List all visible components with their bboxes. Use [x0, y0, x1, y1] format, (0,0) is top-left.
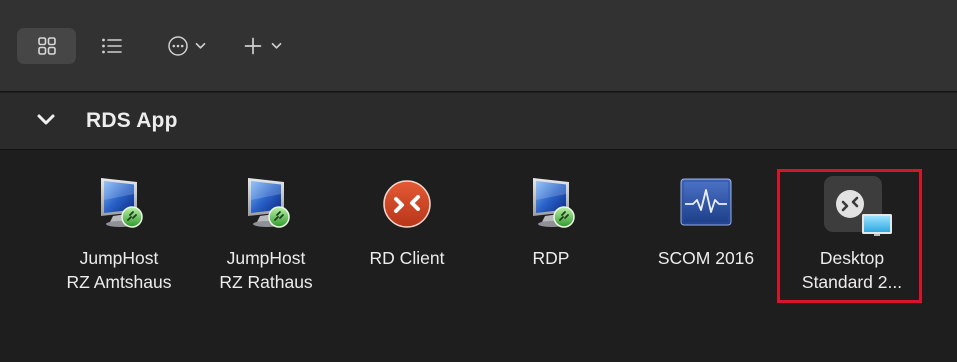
scom-icon — [674, 172, 738, 232]
tile-label: JumpHost RZ Rathaus — [219, 248, 313, 292]
tile-label: Desktop Standard 2... — [801, 248, 903, 292]
connection-tile[interactable]: RD Client — [337, 172, 477, 312]
app-window: RDS App JumpHost RZ Amtshaus JumpHost RZ… — [0, 0, 957, 362]
more-options-icon — [167, 35, 189, 57]
more-options-button[interactable] — [157, 28, 215, 64]
rdp-monitor-icon — [519, 172, 583, 232]
desktop-connection-icon — [820, 172, 892, 236]
add-icon — [243, 36, 263, 56]
toolbar — [0, 0, 957, 92]
connection-tile[interactable]: RDP — [481, 172, 621, 312]
connection-tile[interactable]: JumpHost RZ Amtshaus — [49, 172, 189, 312]
chevron-down-icon — [271, 42, 282, 50]
tile-label: JumpHost RZ Amtshaus — [66, 248, 172, 292]
group-header[interactable]: RDS App — [0, 93, 957, 150]
connection-tile[interactable]: JumpHost RZ Rathaus — [196, 172, 336, 312]
add-button[interactable] — [233, 28, 291, 64]
rdp-monitor-icon — [234, 172, 298, 232]
connection-tile-selected[interactable]: Desktop Standard 2... — [777, 169, 922, 312]
grid-view-icon — [37, 36, 57, 56]
list-view-button[interactable] — [88, 28, 136, 64]
chevron-down-icon — [195, 42, 206, 50]
tile-label: RD Client — [369, 248, 445, 268]
connection-tile[interactable]: SCOM 2016 — [636, 172, 776, 312]
connections-grid: JumpHost RZ Amtshaus JumpHost RZ Rathaus… — [0, 150, 957, 362]
group-title: RDS App — [86, 109, 178, 132]
grid-view-button[interactable] — [17, 28, 76, 64]
tile-label: RDP — [532, 248, 570, 268]
collapse-chevron-icon[interactable] — [36, 113, 56, 132]
tile-label: SCOM 2016 — [657, 248, 755, 268]
rd-client-icon — [375, 172, 439, 232]
list-view-icon — [101, 37, 123, 55]
rdp-monitor-icon — [87, 172, 151, 232]
